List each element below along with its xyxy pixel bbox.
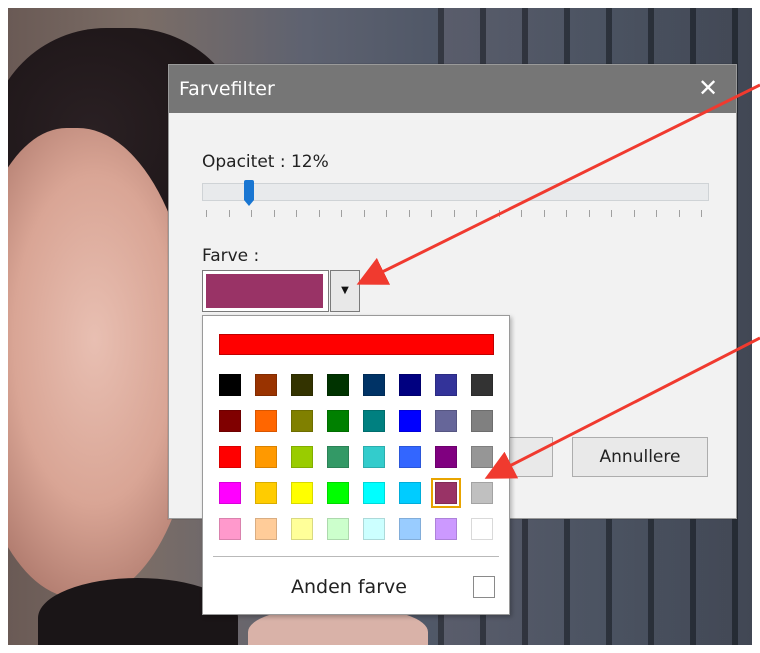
close-icon[interactable]: ✕ <box>694 73 722 103</box>
palette-swatch[interactable] <box>435 410 457 432</box>
slider-tick <box>566 210 567 217</box>
slider-tick <box>273 210 275 217</box>
palette-swatch[interactable] <box>471 374 493 396</box>
ok-button[interactable] <box>509 437 553 477</box>
slider-tick <box>318 210 320 217</box>
palette-swatch[interactable] <box>471 482 493 504</box>
other-color-swatch[interactable] <box>473 576 495 598</box>
palette-swatch[interactable] <box>435 374 457 396</box>
palette-swatch[interactable] <box>255 374 277 396</box>
palette-swatch[interactable] <box>291 374 313 396</box>
slider-tick <box>408 210 410 217</box>
cancel-button[interactable]: Annullere <box>572 437 708 477</box>
palette-swatch[interactable] <box>363 374 385 396</box>
slider-tick <box>453 210 455 217</box>
slider-tick <box>341 210 342 217</box>
palette-swatch[interactable] <box>255 482 277 504</box>
color-palette-popup: Anden farve <box>202 315 510 615</box>
palette-swatch[interactable] <box>399 518 421 540</box>
palette-swatch[interactable] <box>327 374 349 396</box>
palette-swatch[interactable] <box>435 446 457 468</box>
slider-tick <box>588 210 590 217</box>
palette-swatch[interactable] <box>255 410 277 432</box>
opacity-slider-track[interactable] <box>202 183 709 201</box>
palette-swatch[interactable] <box>255 518 277 540</box>
palette-swatch[interactable] <box>471 446 493 468</box>
palette-swatch[interactable] <box>291 410 313 432</box>
slider-tick <box>228 210 230 217</box>
slider-tick <box>476 210 477 217</box>
slider-tick <box>498 210 500 217</box>
palette-swatch[interactable] <box>399 410 421 432</box>
slider-tick <box>521 210 522 217</box>
slider-tick <box>701 210 702 217</box>
palette-swatch[interactable] <box>219 518 241 540</box>
palette-swatch[interactable] <box>471 410 493 432</box>
palette-swatch[interactable] <box>327 482 349 504</box>
palette-swatch[interactable] <box>363 518 385 540</box>
palette-swatch[interactable] <box>399 482 421 504</box>
color-dropdown-button[interactable]: ▼ <box>330 270 360 312</box>
slider-tick <box>656 210 657 217</box>
palette-swatch[interactable] <box>399 446 421 468</box>
palette-swatch[interactable] <box>219 410 241 432</box>
selected-color-swatch <box>206 274 323 308</box>
slider-tick <box>386 210 387 217</box>
dialog-titlebar: Farvefilter ✕ <box>169 65 736 113</box>
palette-swatch[interactable] <box>399 374 421 396</box>
other-color-label[interactable]: Anden farve <box>291 576 407 598</box>
palette-swatch[interactable] <box>291 482 313 504</box>
slider-tick <box>251 210 252 217</box>
palette-swatch[interactable] <box>363 446 385 468</box>
chevron-down-icon: ▼ <box>341 285 349 296</box>
palette-swatch[interactable] <box>219 482 241 504</box>
palette-swatch-selected[interactable] <box>431 478 461 508</box>
slider-tick <box>633 210 635 217</box>
palette-top-color[interactable] <box>219 334 494 355</box>
slider-tick <box>363 210 365 217</box>
dialog-title: Farvefilter <box>179 78 275 100</box>
palette-swatch[interactable] <box>327 446 349 468</box>
palette-swatch[interactable] <box>291 518 313 540</box>
palette-swatch[interactable] <box>471 518 493 540</box>
slider-tick <box>296 210 297 217</box>
slider-tick <box>678 210 680 217</box>
palette-swatch[interactable] <box>291 446 313 468</box>
palette-swatch[interactable] <box>327 518 349 540</box>
color-label: Farve : <box>202 246 260 266</box>
palette-swatch[interactable] <box>363 482 385 504</box>
slider-ticks <box>206 210 706 218</box>
palette-swatch[interactable] <box>435 518 457 540</box>
palette-divider <box>213 556 499 557</box>
slider-tick <box>543 210 545 217</box>
palette-swatch[interactable] <box>219 374 241 396</box>
opacity-label: Opacitet : 12% <box>202 152 329 172</box>
color-combobox[interactable] <box>202 270 329 312</box>
palette-swatch[interactable] <box>363 410 385 432</box>
slider-tick <box>431 210 432 217</box>
palette-swatch[interactable] <box>255 446 277 468</box>
palette-grid <box>219 374 499 540</box>
palette-swatch[interactable] <box>219 446 241 468</box>
opacity-slider-thumb[interactable] <box>243 180 254 206</box>
palette-swatch[interactable] <box>327 410 349 432</box>
slider-tick <box>611 210 612 217</box>
slider-tick <box>206 210 207 217</box>
